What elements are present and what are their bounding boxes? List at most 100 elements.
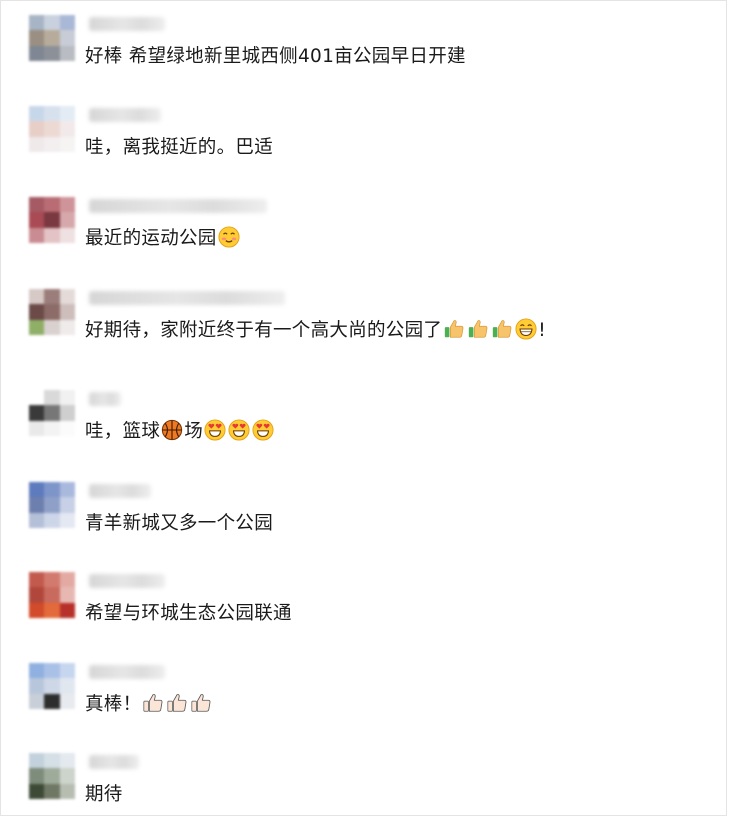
comment-item: 哇，离我挺近的。巴适 — [1, 106, 729, 166]
avatar-mosaic-tile — [59, 289, 75, 305]
avatar-mosaic-tile — [29, 289, 45, 305]
avatar[interactable] — [29, 663, 75, 709]
comment-item: 青羊新城又多一个公园 — [1, 482, 729, 542]
thumbs-up-emoji-icon — [167, 694, 187, 712]
avatar-mosaic-tile — [59, 753, 75, 769]
avatar-mosaic-tile — [29, 768, 45, 784]
comment-text: 哇，离我挺近的。巴适 — [85, 137, 274, 158]
avatar-mosaic-tile — [44, 783, 60, 799]
avatar-mosaic-tile — [29, 678, 45, 694]
avatar-mosaic-tile — [29, 497, 45, 513]
comment-item: 好棒 希望绿地新里城西侧401亩公园早日开建 — [1, 15, 729, 75]
avatar-mosaic-tile — [29, 663, 45, 679]
avatar-mosaic-tile — [59, 663, 75, 679]
avatar-mosaic-tile — [44, 587, 60, 603]
avatar-mosaic-tile — [44, 572, 60, 588]
comment-text-part: 场 — [184, 421, 204, 442]
avatar-mosaic-tile — [29, 30, 45, 46]
avatar-mosaic-tile — [59, 121, 75, 137]
avatar-mosaic-tile — [44, 304, 60, 320]
avatar-mosaic-tile — [59, 678, 75, 694]
comment-text-part: 好棒 希望绿地新里城西侧 — [85, 46, 298, 67]
comment-text: 真棒！ — [85, 692, 213, 718]
comment-text-part: 真棒！ — [85, 694, 142, 715]
nickname-blurred — [89, 484, 151, 498]
avatar-mosaic-tile — [44, 663, 60, 679]
avatar-mosaic-tile — [29, 693, 45, 709]
avatar-mosaic-tile — [29, 602, 45, 618]
avatar-mosaic-tile — [44, 289, 60, 305]
comment-text: 青羊新城又多一个公园 — [85, 513, 274, 534]
avatar-mosaic-tile — [44, 390, 60, 406]
avatar-mosaic-tile — [59, 45, 75, 61]
thumbs-up-emoji-icon — [143, 694, 163, 712]
avatar-mosaic-tile — [29, 136, 45, 152]
avatar-mosaic-tile — [44, 45, 60, 61]
avatar-mosaic-tile — [44, 227, 60, 243]
avatar-mosaic-tile — [59, 602, 75, 618]
avatar[interactable] — [29, 197, 75, 243]
avatar-mosaic-tile — [44, 602, 60, 618]
comment-item: 好期待，家附近终于有一个高大尚的公园了 ! — [1, 289, 729, 349]
comment-item: 希望与环城生态公园联通 — [1, 572, 729, 632]
comment-text-part: 哇，篮球 — [85, 421, 161, 442]
comment-number: 401 — [297, 46, 335, 67]
avatar-mosaic-tile — [29, 420, 45, 436]
avatar-mosaic-tile — [59, 136, 75, 152]
comment-text: 好期待，家附近终于有一个高大尚的公园了 ! — [85, 318, 546, 344]
avatar-mosaic-tile — [44, 497, 60, 513]
avatar[interactable] — [29, 572, 75, 618]
avatar-mosaic-tile — [44, 30, 60, 46]
avatar-mosaic-tile — [59, 15, 75, 31]
comment-text-part: 亩公园早日开建 — [334, 46, 466, 67]
avatar-mosaic-tile — [44, 15, 60, 31]
avatar-mosaic-tile — [44, 136, 60, 152]
avatar-mosaic-tile — [44, 197, 60, 213]
avatar-mosaic-tile — [44, 121, 60, 137]
avatar-mosaic-tile — [59, 390, 75, 406]
avatar-mosaic-tile — [29, 390, 45, 406]
nickname-blurred — [89, 755, 139, 769]
avatar[interactable] — [29, 482, 75, 528]
avatar-mosaic-tile — [44, 512, 60, 528]
nickname-blurred — [89, 17, 165, 31]
avatar-mosaic-tile — [44, 753, 60, 769]
comment-text: 希望与环城生态公园联通 — [85, 603, 292, 624]
avatar-mosaic-tile — [44, 420, 60, 436]
avatar-mosaic-tile — [29, 106, 45, 122]
thumbs-up-emoji-icon — [469, 320, 488, 338]
avatar[interactable] — [29, 106, 75, 152]
avatar[interactable] — [29, 15, 75, 61]
avatar-mosaic-tile — [44, 319, 60, 335]
nickname-blurred — [89, 199, 267, 213]
nickname-blurred — [89, 574, 165, 588]
comments-panel: 好棒 希望绿地新里城西侧401亩公园早日开建 哇，离我挺近的。巴适 最近的运动公… — [0, 0, 727, 816]
comment-text: 最近的运动公园 — [85, 226, 241, 252]
avatar-mosaic-tile — [29, 587, 45, 603]
avatar-mosaic-tile — [29, 319, 45, 335]
blush-emoji-icon — [218, 226, 240, 248]
comment-text: 哇，篮球 场 — [85, 419, 275, 445]
avatar-mosaic-tile — [29, 783, 45, 799]
avatar[interactable] — [29, 390, 75, 436]
avatar-mosaic-tile — [44, 678, 60, 694]
avatar-mosaic-tile — [29, 212, 45, 228]
avatar[interactable] — [29, 753, 75, 799]
avatar-mosaic-tile — [44, 693, 60, 709]
avatar-mosaic-tile — [59, 693, 75, 709]
avatar-mosaic-tile — [29, 572, 45, 588]
avatar-mosaic-tile — [44, 106, 60, 122]
avatar-mosaic-tile — [44, 482, 60, 498]
grin-emoji-icon — [515, 318, 537, 340]
avatar-mosaic-tile — [44, 405, 60, 421]
avatar[interactable] — [29, 289, 75, 335]
avatar-mosaic-tile — [59, 319, 75, 335]
avatar-mosaic-tile — [29, 512, 45, 528]
avatar-mosaic-tile — [44, 768, 60, 784]
nickname-blurred — [89, 291, 285, 305]
heart-eyes-emoji-icon — [228, 419, 250, 441]
avatar-mosaic-tile — [29, 304, 45, 320]
avatar-mosaic-tile — [59, 497, 75, 513]
avatar-mosaic-tile — [29, 121, 45, 137]
thumbs-up-emoji-icon — [493, 320, 512, 338]
